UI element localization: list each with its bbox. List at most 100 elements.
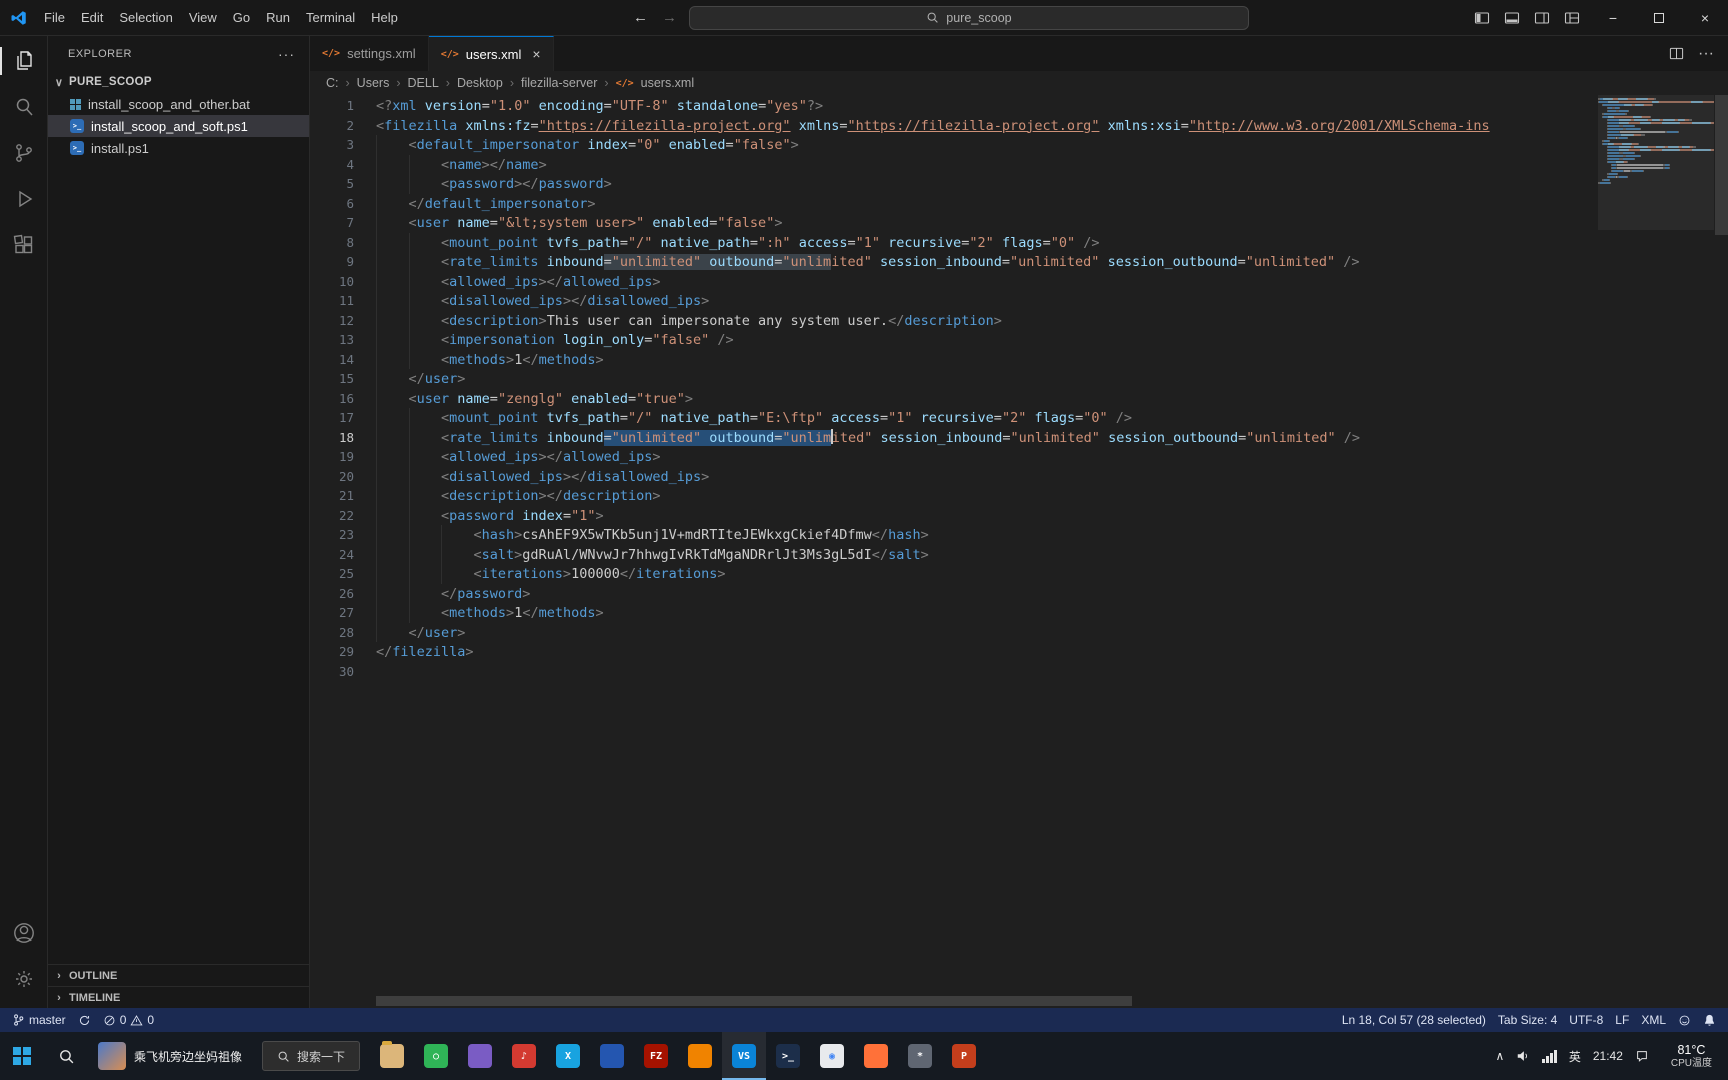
menu-selection[interactable]: Selection — [111, 6, 180, 29]
cursor-position[interactable]: Ln 18, Col 57 (28 selected) — [1336, 1008, 1492, 1032]
code-line[interactable]: 17 <mount_point tvfs_path="/" native_path… — [310, 408, 1598, 428]
start-button[interactable] — [0, 1032, 44, 1080]
ime-language-indicator[interactable]: 英 — [1569, 1048, 1581, 1065]
code-line[interactable]: 14 <methods>1</methods> — [310, 349, 1598, 369]
taskbar-app-music-red[interactable]: ♪ — [502, 1032, 546, 1080]
toggle-panel-icon[interactable] — [1504, 10, 1520, 26]
clock[interactable]: 21:42 — [1593, 1049, 1623, 1063]
code-line[interactable]: 18 <rate_limits inbound="unlimited" outbo… — [310, 427, 1598, 447]
taskbar-app-powershell[interactable]: >_ — [766, 1032, 810, 1080]
feedback-smiley-icon[interactable] — [1672, 1008, 1697, 1032]
code-line[interactable]: 13 <impersonation login_only="false" /> — [310, 330, 1598, 350]
close-button[interactable]: × — [1682, 0, 1728, 35]
menu-go[interactable]: Go — [225, 6, 258, 29]
taskbar-app-app-orange[interactable] — [678, 1032, 722, 1080]
back-button[interactable]: ← — [631, 9, 650, 26]
notifications-bell-icon[interactable] — [1697, 1008, 1722, 1032]
menu-file[interactable]: File — [36, 6, 73, 29]
taskbar-app-firefox[interactable] — [854, 1032, 898, 1080]
horizontal-scrollbar-thumb[interactable] — [376, 996, 1133, 1006]
code-line[interactable]: 27 <methods>1</methods> — [310, 603, 1598, 623]
news-widget[interactable]: 乘飞机旁边坐妈祖像 — [88, 1032, 252, 1080]
code-line[interactable]: 11 <disallowed_ips></disallowed_ips> — [310, 291, 1598, 311]
activity-account[interactable] — [0, 910, 47, 956]
activity-extensions[interactable] — [0, 222, 47, 268]
language-mode[interactable]: XML — [1635, 1008, 1672, 1032]
code-line[interactable]: 29 </filezilla> — [310, 642, 1598, 662]
code-line[interactable]: 2 <filezilla xmlns:fz="https://filezilla-… — [310, 116, 1598, 136]
cpu-temp-widget[interactable]: 81°C CPU温度 — [1661, 1043, 1722, 1070]
code-line[interactable]: 10 <allowed_ips></allowed_ips> — [310, 271, 1598, 291]
timeline-section[interactable]: › TIMELINE — [48, 986, 309, 1008]
file-install_scoop_and_soft.ps1[interactable]: >_ install_scoop_and_soft.ps1 — [48, 115, 309, 137]
code-line[interactable]: 1 <?xml version="1.0" encoding="UTF-8" st… — [310, 96, 1598, 116]
outline-section[interactable]: › OUTLINE — [48, 964, 309, 986]
taskbar-app-settings[interactable]: * — [898, 1032, 942, 1080]
taskbar-search-box[interactable]: 搜索一下 — [262, 1041, 361, 1071]
notification-center-icon[interactable] — [1635, 1049, 1649, 1063]
menu-edit[interactable]: Edit — [73, 6, 111, 29]
code-line[interactable]: 22 <password index="1"> — [310, 505, 1598, 525]
code-line[interactable]: 20 <disallowed_ips></disallowed_ips> — [310, 466, 1598, 486]
breadcrumb[interactable]: C: › Users › DELL › Desktop › filezilla-server › <… — [310, 71, 1728, 95]
breadcrumb-item[interactable]: users.xml — [641, 76, 694, 90]
code-line[interactable]: 6 </default_impersonator> — [310, 193, 1598, 213]
taskbar-app-vscode[interactable]: VS — [722, 1032, 767, 1080]
maximize-button[interactable] — [1636, 0, 1682, 35]
customize-layout-icon[interactable] — [1564, 10, 1580, 26]
menu-run[interactable]: Run — [258, 6, 298, 29]
taskbar-app-file-explorer[interactable] — [370, 1032, 414, 1080]
editor-more-actions-icon[interactable]: ··· — [1698, 45, 1714, 63]
code-line[interactable]: 26 </password> — [310, 583, 1598, 603]
code-line[interactable]: 9 <rate_limits inbound="unlimited" outbou… — [310, 252, 1598, 272]
code-line[interactable]: 12 <description>This user can impersonate… — [310, 310, 1598, 330]
activity-settings[interactable] — [0, 956, 47, 1002]
breadcrumb-item[interactable]: Users — [357, 76, 390, 90]
encoding[interactable]: UTF-8 — [1563, 1008, 1609, 1032]
activity-source-control[interactable] — [0, 130, 47, 176]
code-line[interactable]: 23 <hash>csAhEF9X5wTKb5unj1V+mdRTIteJEWkx… — [310, 525, 1598, 545]
activity-run-debug[interactable] — [0, 176, 47, 222]
forward-button[interactable]: → — [660, 9, 679, 26]
tab-users-xml[interactable]: </> users.xml × — [428, 36, 554, 71]
code-line[interactable]: 25 <iterations>100000</iterations> — [310, 564, 1598, 584]
breadcrumb-item[interactable]: DELL — [408, 76, 439, 90]
taskbar-search-button[interactable] — [44, 1032, 88, 1080]
code-line[interactable]: 16 <user name="zenglg" enabled="true"> — [310, 388, 1598, 408]
code-line[interactable]: 30 — [310, 662, 1598, 682]
taskbar-app-app-purple[interactable] — [458, 1032, 502, 1080]
breadcrumb-item[interactable]: filezilla-server — [521, 76, 597, 90]
tab-settings-xml[interactable]: </> settings.xml — [310, 36, 429, 71]
taskbar-app-chrome[interactable]: ◉ — [810, 1032, 854, 1080]
code-line[interactable]: 15 </user> — [310, 369, 1598, 389]
toggle-sidebar-icon[interactable] — [1474, 10, 1490, 26]
explorer-actions-icon[interactable]: ··· — [278, 46, 295, 62]
toggle-secondary-sidebar-icon[interactable] — [1534, 10, 1550, 26]
minimap[interactable] — [1598, 95, 1714, 1008]
code-line[interactable]: 7 <user name="&lt;system user>" enabled="… — [310, 213, 1598, 233]
breadcrumb-item[interactable]: C: — [326, 76, 339, 90]
code-line[interactable]: 19 <allowed_ips></allowed_ips> — [310, 447, 1598, 467]
eol-sequence[interactable]: LF — [1609, 1008, 1635, 1032]
code-line[interactable]: 3 <default_impersonator index="0" enabled… — [310, 135, 1598, 155]
volume-icon[interactable] — [1516, 1049, 1530, 1063]
activity-explorer[interactable] — [0, 38, 47, 84]
command-center-search[interactable]: pure_scoop — [688, 5, 1249, 30]
split-editor-icon[interactable] — [1669, 46, 1684, 61]
horizontal-scrollbar[interactable] — [376, 996, 1596, 1006]
close-tab-icon[interactable]: × — [532, 46, 540, 62]
taskbar-app-app-navy[interactable] — [590, 1032, 634, 1080]
taskbar-app-powerpoint[interactable]: P — [942, 1032, 986, 1080]
editor[interactable]: 1 <?xml version="1.0" encoding="UTF-8" st… — [310, 95, 1728, 1008]
sync-button[interactable] — [72, 1008, 97, 1032]
minimize-button[interactable]: − — [1590, 0, 1636, 35]
code-line[interactable]: 8 <mount_point tvfs_path="/" native_path=… — [310, 232, 1598, 252]
code-line[interactable]: 4 <name></name> — [310, 154, 1598, 174]
taskbar-app-filezilla[interactable]: FZ — [634, 1032, 678, 1080]
network-icon[interactable] — [1542, 1049, 1557, 1063]
indentation[interactable]: Tab Size: 4 — [1492, 1008, 1563, 1032]
menu-view[interactable]: View — [181, 6, 225, 29]
taskbar-app-thunder-blue[interactable]: X — [546, 1032, 590, 1080]
code-line[interactable]: 5 <password></password> — [310, 174, 1598, 194]
activity-search[interactable] — [0, 84, 47, 130]
